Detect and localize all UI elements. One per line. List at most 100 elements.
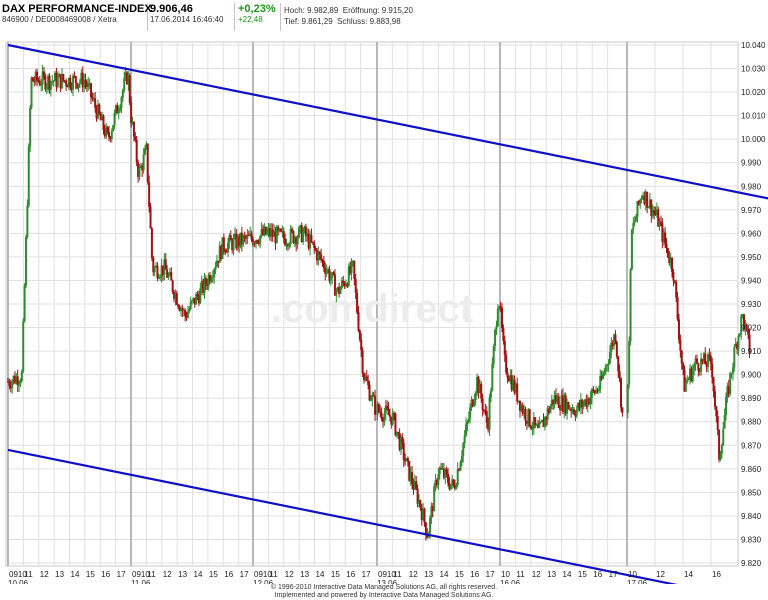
x-tick-label: 12	[163, 570, 172, 579]
candle-body	[74, 76, 77, 83]
candle-body	[725, 397, 728, 416]
candle-body	[18, 383, 21, 386]
candle-body	[229, 235, 232, 241]
candle-body	[531, 428, 534, 430]
candle-body	[500, 307, 503, 329]
x-tick-label: 12	[656, 570, 665, 579]
copyright-line: © 1996-2010 Interactive Data Managed Sol…	[270, 584, 498, 591]
candle-body	[332, 272, 335, 275]
candle-body	[196, 294, 199, 297]
y-tick-label: 9.900	[741, 371, 762, 380]
candle-body	[213, 269, 216, 278]
x-tick-label: 11	[393, 570, 402, 579]
y-tick-label: 9.840	[741, 512, 762, 521]
candle-body	[530, 426, 533, 429]
candle-body	[31, 77, 34, 82]
x-tick-label: 14	[563, 570, 572, 579]
x-tick-label: 15	[331, 570, 340, 579]
candle-body	[429, 517, 432, 533]
x-tick-label: 16	[224, 570, 233, 579]
candle-body	[492, 345, 495, 364]
y-tick-label: 9.830	[741, 535, 762, 544]
x-tick-label: 16	[712, 570, 721, 579]
candle-body	[184, 309, 187, 316]
candle-body	[199, 288, 202, 304]
candle-body	[469, 407, 472, 419]
candle-body	[402, 442, 405, 461]
candle-body	[191, 300, 194, 302]
candle-body	[19, 381, 22, 384]
candle-body	[626, 384, 629, 413]
candle-body	[423, 508, 426, 523]
candle-body	[397, 431, 400, 434]
y-tick-label: 10.010	[741, 112, 766, 121]
candle-body	[653, 210, 656, 213]
candle-body	[313, 242, 316, 248]
x-tick-label: 17	[486, 570, 495, 579]
candle-body	[695, 358, 698, 364]
candle-body	[666, 247, 669, 258]
candle-body	[372, 394, 375, 397]
candle-body	[693, 364, 696, 370]
candle-body	[646, 191, 649, 208]
candle-body	[329, 277, 332, 281]
candle-body	[712, 377, 715, 392]
candle-body	[65, 80, 68, 86]
candle-body	[117, 110, 120, 114]
candle-body	[369, 399, 372, 401]
candle-body	[602, 373, 605, 379]
powered-by-line: Implemented and powered by Interactive D…	[274, 592, 494, 599]
candle-body	[26, 205, 29, 238]
candle-body	[709, 355, 712, 364]
candle-body	[250, 233, 253, 240]
x-axis-labels: 091011 12 13 14 15 16 1710.06.091011 12 13 14 15 16…	[8, 570, 721, 584]
candle-body	[632, 223, 635, 230]
candle-body	[499, 306, 502, 308]
candle-body	[106, 127, 109, 133]
candle-body	[113, 112, 116, 126]
candle-body	[357, 312, 360, 331]
candle-body	[445, 469, 448, 474]
candle-body	[463, 435, 466, 444]
candle-body	[572, 409, 575, 414]
candle-body	[505, 355, 508, 373]
candle-body	[361, 350, 364, 374]
candle-body	[589, 397, 592, 405]
candle-body	[679, 339, 682, 351]
y-tick-label: 9.950	[741, 253, 762, 262]
candle-body	[310, 234, 313, 242]
candle-body	[723, 415, 726, 429]
candle-body	[401, 437, 404, 443]
candle-body	[628, 341, 631, 385]
candle-body	[188, 309, 191, 312]
candle-body	[719, 453, 722, 460]
candle-body	[24, 237, 27, 286]
candle-body	[339, 287, 342, 294]
candle-body	[84, 80, 87, 83]
candle-body	[120, 97, 123, 108]
candle-body	[720, 445, 723, 454]
y-tick-label: 9.880	[741, 418, 762, 427]
candle-body	[189, 301, 192, 310]
candle-body	[354, 279, 357, 293]
candle-body	[380, 412, 383, 419]
candle-body	[502, 328, 505, 341]
candle-body	[406, 458, 409, 462]
y-tick-label: 9.960	[741, 229, 762, 238]
candle-body	[538, 422, 541, 428]
candle-body	[411, 472, 414, 485]
candle-body	[62, 74, 65, 81]
candle-body	[473, 400, 476, 407]
candle-body	[142, 154, 145, 171]
candle-body	[159, 276, 162, 279]
candle-body	[214, 266, 217, 270]
candle-body	[72, 75, 75, 90]
candle-body	[170, 272, 173, 281]
candle-body	[360, 339, 363, 351]
candle-body	[456, 469, 459, 486]
candle-body	[738, 333, 741, 336]
candle-body	[713, 391, 716, 407]
candle-body	[691, 369, 694, 381]
candle-body	[156, 265, 159, 279]
y-tick-label: 9.940	[741, 276, 762, 285]
